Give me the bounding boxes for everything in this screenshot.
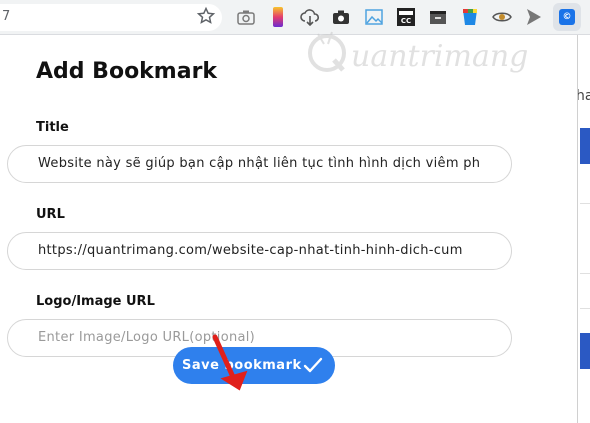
color-cup-icon[interactable] [460, 7, 480, 27]
background-divider [580, 308, 590, 309]
camera-icon[interactable] [236, 7, 256, 27]
address-bar-text: 7 [2, 9, 11, 24]
url-label: URL [36, 207, 65, 222]
folder-icon[interactable] [428, 7, 448, 27]
background-page-bar [580, 128, 590, 164]
background-page-text: ha [576, 88, 590, 104]
camera-solid-icon[interactable] [331, 7, 351, 27]
logo-url-label: Logo/Image URL [36, 294, 155, 309]
send-icon[interactable] [524, 7, 544, 27]
eye-icon[interactable] [492, 7, 512, 27]
gradient-bar-icon[interactable] [268, 7, 288, 27]
image-icon[interactable] [364, 7, 384, 27]
cloud-download-icon[interactable] [300, 7, 320, 27]
active-extension-icon[interactable]: © [553, 3, 581, 31]
background-page-bar [580, 333, 590, 369]
title-label: Title [36, 120, 69, 135]
toolbar-box-icon[interactable]: CC [396, 7, 416, 27]
address-bar[interactable]: 7 [0, 4, 222, 31]
url-input[interactable]: https://quantrimang.com/website-cap-nhat… [7, 232, 512, 270]
checkmark-icon [303, 357, 323, 373]
watermark-text: uantrimang [351, 39, 529, 74]
title-input[interactable]: Website này sẽ giúp bạn cập nhật liên tụ… [7, 145, 512, 183]
svg-text:CC: CC [401, 17, 411, 25]
popup-title: Add Bookmark [36, 59, 218, 84]
annotation-arrow-icon [212, 334, 248, 391]
active-extension-badge: © [559, 9, 575, 25]
watermark-logo: uantrimang [304, 25, 534, 81]
background-divider [580, 203, 590, 204]
bookmark-star-icon[interactable] [196, 6, 216, 26]
background-divider [580, 273, 590, 274]
